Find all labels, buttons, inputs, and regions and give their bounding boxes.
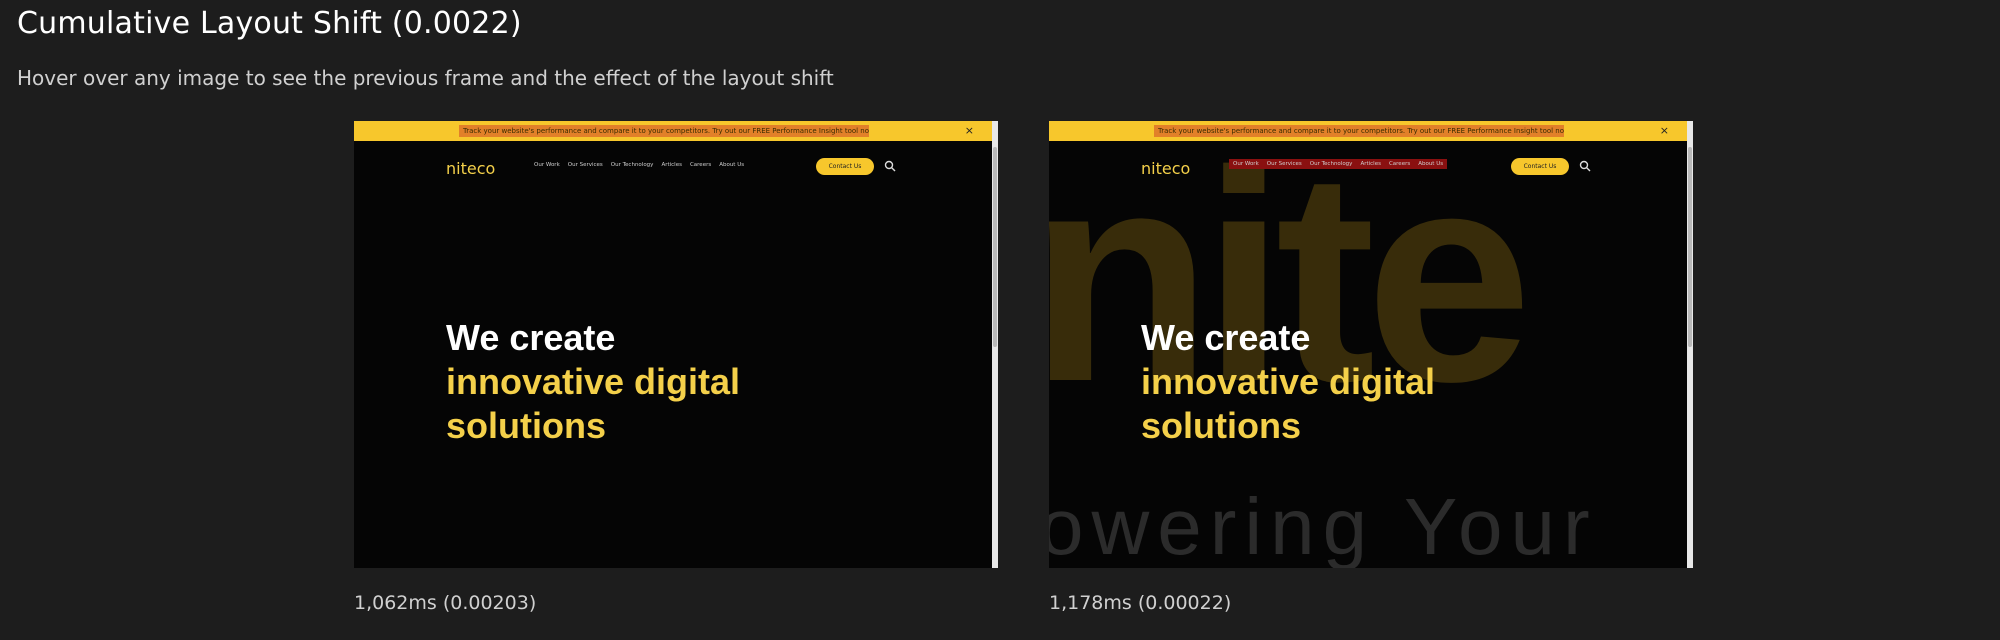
hero-line-2: innovative digital xyxy=(446,361,741,402)
frame-scrollbar xyxy=(992,121,998,568)
contact-us-button: Contact Us xyxy=(1511,158,1569,175)
nav-item: Careers xyxy=(689,162,712,168)
nav-item: Careers xyxy=(1388,161,1411,167)
nav-item: Articles xyxy=(661,162,682,168)
close-icon: × xyxy=(1659,124,1669,137)
hero-line-1: We create xyxy=(1141,317,1311,358)
page-subtitle: Hover over any image to see the previous… xyxy=(17,66,834,90)
nav-item: Our Technology xyxy=(610,162,654,168)
hero-heading: We create innovative digital solutions xyxy=(1141,316,1435,448)
promo-banner-text: Track your website's performance and com… xyxy=(1154,125,1564,137)
hero-line-2: innovative digital xyxy=(1141,361,1436,402)
search-icon xyxy=(884,160,896,175)
nav-item: Our Work xyxy=(534,162,560,168)
nav-item: Articles xyxy=(1360,161,1381,167)
hero-background-subtext: owering Your xyxy=(1049,482,1598,568)
nav-item: Our Services xyxy=(567,162,603,168)
nav-item: Our Work xyxy=(1233,161,1259,167)
site-nav: Our Work Our Services Our Technology Art… xyxy=(1229,159,1448,169)
page-title: Cumulative Layout Shift (0.0022) xyxy=(17,6,522,41)
frame-caption-1: 1,062ms (0.00203) xyxy=(354,592,537,614)
promo-banner: Track your website's performance and com… xyxy=(1049,121,1687,141)
site-nav: Our Work Our Services Our Technology Art… xyxy=(534,162,744,168)
filmstrip-frame-2[interactable]: nite owering Your Track your website's p… xyxy=(1049,121,1693,568)
hero-line-3: solutions xyxy=(446,405,606,446)
close-icon: × xyxy=(964,124,974,137)
promo-banner: Track your website's performance and com… xyxy=(354,121,992,141)
frame-caption-2: 1,178ms (0.00022) xyxy=(1049,592,1232,614)
scrollbar-thumb xyxy=(1688,147,1692,347)
promo-banner-text: Track your website's performance and com… xyxy=(459,125,869,137)
hero-line-1: We create xyxy=(446,317,616,358)
contact-us-button: Contact Us xyxy=(816,158,874,175)
filmstrip-frame-1[interactable]: Track your website's performance and com… xyxy=(354,121,998,568)
hero-line-3: solutions xyxy=(1141,405,1301,446)
nav-item: Our Technology xyxy=(1309,161,1353,167)
site-logo: niteco xyxy=(1141,159,1191,178)
scrollbar-thumb xyxy=(993,147,997,347)
nav-item: Our Services xyxy=(1266,161,1302,167)
site-logo: niteco xyxy=(446,159,496,178)
nav-item: About Us xyxy=(1418,161,1444,167)
frame-scrollbar xyxy=(1687,121,1693,568)
search-icon xyxy=(1579,160,1591,175)
hero-heading: We create innovative digital solutions xyxy=(446,316,740,448)
nav-item: About Us xyxy=(719,162,745,168)
